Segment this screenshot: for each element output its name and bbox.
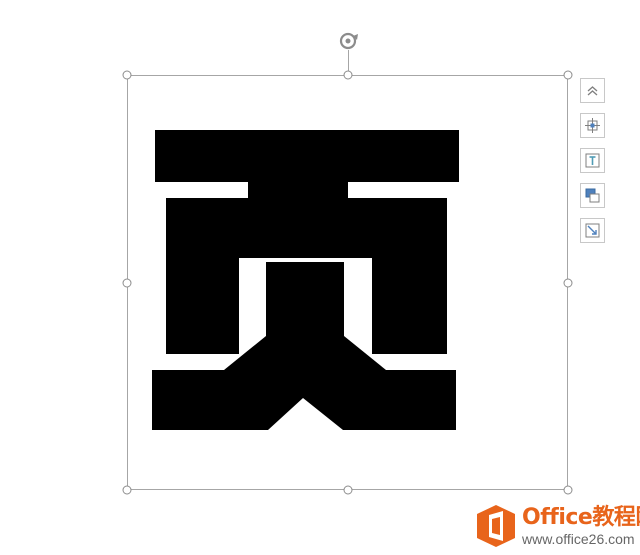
handle-bottom-left[interactable] (122, 485, 132, 495)
handle-top-left[interactable] (122, 70, 132, 80)
floating-shape-toolbar (580, 78, 607, 253)
text-box-icon (585, 153, 600, 168)
text-box-button[interactable] (580, 148, 605, 173)
watermark-url: www.office26.com (522, 530, 635, 547)
handle-top-right[interactable] (563, 70, 573, 80)
handle-bottom-right[interactable] (563, 485, 573, 495)
rotate-icon[interactable] (337, 30, 359, 52)
document-canvas: Office教程网 www.office26.com (0, 0, 640, 555)
site-watermark: Office教程网 www.office26.com (476, 503, 640, 549)
layout-options-icon (585, 118, 600, 133)
collapse-chevrons-icon (587, 86, 598, 96)
arrange-layers-button[interactable] (580, 183, 605, 208)
resize-arrow-icon (585, 223, 600, 238)
watermark-title: Office教程网 (522, 504, 640, 530)
selection-frame[interactable] (127, 75, 568, 490)
handle-bottom-center[interactable] (343, 485, 353, 495)
office-logo-icon (477, 505, 515, 547)
resize-button[interactable] (580, 218, 605, 243)
layout-options-button[interactable] (580, 113, 605, 138)
handle-middle-left[interactable] (122, 278, 132, 288)
collapse-toolbar-button[interactable] (580, 78, 605, 103)
handle-top-center[interactable] (343, 70, 353, 80)
handle-middle-right[interactable] (563, 278, 573, 288)
arrange-layers-icon (585, 188, 600, 203)
